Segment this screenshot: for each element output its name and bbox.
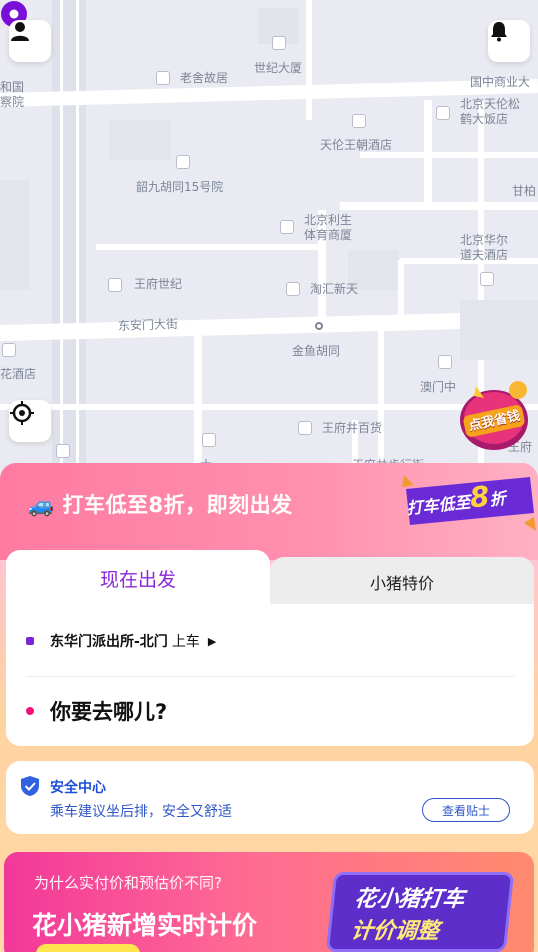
map-label: 体育商厦 xyxy=(304,228,353,242)
promo-art-line1: 花小猪打车 xyxy=(353,887,466,912)
home-icon xyxy=(176,155,190,169)
banner-title-text: 打车低至8折，即刻出发 xyxy=(62,493,293,517)
cart-icon xyxy=(56,444,70,458)
map-label: 和国 xyxy=(0,80,25,94)
promo-question: 为什么实付价和预估价不同? xyxy=(34,874,222,892)
banner-title: 🚙 打车低至8折，即刻出发 xyxy=(28,489,293,519)
shop-icon xyxy=(298,421,312,435)
street-label: 东安门大街 xyxy=(117,316,179,334)
map-label: 甘柏 xyxy=(512,184,537,198)
map-label: 北京天伦松 xyxy=(460,97,521,111)
shop-icon xyxy=(202,433,216,447)
map-label: 察院 xyxy=(0,95,25,109)
promo-cta-button[interactable] xyxy=(36,944,140,952)
bus-stop-icon xyxy=(315,322,323,330)
map-label: 道夫酒店 xyxy=(460,248,509,262)
divider xyxy=(26,676,514,677)
museum-icon xyxy=(156,71,170,85)
map-label: 淘汇新天 xyxy=(310,282,359,296)
locate-button[interactable] xyxy=(9,400,51,442)
safety-center-card[interactable]: 安全中心 乘车建议坐后排，安全又舒适 查看贴士 xyxy=(6,761,534,834)
shop-icon xyxy=(286,282,300,296)
hotel-icon xyxy=(352,114,366,128)
map-label: 世纪大厦 xyxy=(254,61,303,75)
museum-icon xyxy=(108,278,122,292)
trip-card: 东华门派出所-北门 上车 ▶ 你要去哪儿? xyxy=(6,604,534,746)
banner-art: 打车低至8折 xyxy=(400,473,538,533)
shield-icon xyxy=(21,776,39,796)
destination-dot-icon xyxy=(26,707,34,715)
destination-field[interactable]: 你要去哪儿? xyxy=(26,696,167,726)
car-icon: 🚙 xyxy=(28,493,55,517)
destination-input[interactable]: 你要去哪儿? xyxy=(50,696,167,726)
map-label: 花酒店 xyxy=(0,367,37,381)
map-label: 韶九胡同15号院 xyxy=(136,180,224,194)
notification-button[interactable] xyxy=(488,20,530,62)
pickup-dot-icon xyxy=(26,637,34,645)
map-label: 老舍故居 xyxy=(180,71,229,85)
pickup-location[interactable]: 东华门派出所-北门 上车 ▶ xyxy=(26,630,216,652)
save-money-badge[interactable]: 点我省钱 xyxy=(456,380,532,452)
building-icon xyxy=(272,36,286,50)
map-label: 北京华尔 xyxy=(460,233,509,247)
hotel-icon xyxy=(2,343,16,357)
map-label: 北京利生 xyxy=(304,213,353,227)
promo-title: 花小猪新增实时计价 xyxy=(32,911,258,940)
promo-art: 花小猪打车 计价调整 xyxy=(325,872,515,952)
map-label: 澳门中 xyxy=(420,380,457,394)
map-label: 国中商业大 xyxy=(470,75,531,89)
tab-special-offer[interactable]: 小猪特价 xyxy=(270,557,534,606)
map-view[interactable]: 和国 察院 老舍故居 世纪大厦 国中商业大 北京天伦松 鹤大饭店 天伦王朝酒店 … xyxy=(0,0,538,480)
hotel-icon xyxy=(436,106,450,120)
pricing-promo-card[interactable]: 为什么实付价和预估价不同? 花小猪新增实时计价 花小猪打车 计价调整 xyxy=(4,852,534,952)
bell-icon xyxy=(491,22,507,42)
shop-icon xyxy=(280,220,294,234)
map-label: 天伦王朝酒店 xyxy=(320,138,393,152)
map-label: 金鱼胡同 xyxy=(292,344,341,358)
user-icon xyxy=(11,22,29,41)
safety-title: 安全中心 xyxy=(50,780,106,796)
hotel-icon xyxy=(480,272,494,286)
pickup-name: 东华门派出所-北门 xyxy=(50,634,168,650)
profile-button[interactable] xyxy=(9,20,51,62)
locate-icon xyxy=(10,401,34,425)
view-tips-button[interactable]: 查看贴士 xyxy=(422,798,510,822)
map-label: 鹤大饭店 xyxy=(460,112,509,126)
pickup-suffix: 上车 xyxy=(171,634,200,650)
safety-subtitle: 乘车建议坐后排，安全又舒适 xyxy=(50,804,232,820)
museum-icon xyxy=(438,355,452,369)
tab-depart-now[interactable]: 现在出发 xyxy=(6,550,270,606)
map-label: 王府世纪 xyxy=(134,277,183,291)
promo-art-line2: 计价调整 xyxy=(349,919,441,944)
map-label: 王府井百货 xyxy=(322,421,383,435)
caret-right-icon: ▶ xyxy=(207,634,217,648)
ride-mode-tabs: 现在出发 小猪特价 xyxy=(6,550,534,606)
